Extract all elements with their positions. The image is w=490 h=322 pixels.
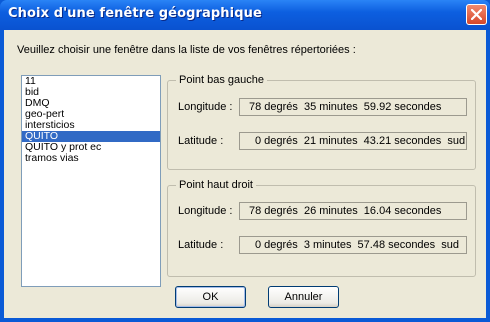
bl-lat-deg-unit: degrés xyxy=(264,135,298,147)
tr-lat-hemi: sud xyxy=(441,239,459,251)
dialog-body: Veuillez choisir une fenêtre dans la lis… xyxy=(4,30,486,318)
tr-lat-min-unit: minutes xyxy=(312,239,352,251)
top-right-legend: Point haut droit xyxy=(176,179,256,191)
window-title: Choix d'une fenêtre géographique xyxy=(8,6,262,21)
ok-button[interactable]: OK xyxy=(175,286,246,308)
bottom-left-longitude-value: 78 degrés 35 minutes 59.92 secondes xyxy=(239,98,467,116)
tr-lon-deg: 78 xyxy=(249,205,262,217)
bottom-left-group: Point bas gauche Longitude : 78 degrés 35… xyxy=(167,74,476,170)
tr-lat-min: 3 xyxy=(303,239,310,251)
top-right-latitude-label: Latitude : xyxy=(178,239,224,251)
tr-lat-sec-unit: secondes xyxy=(388,239,436,251)
top-right-latitude-value: 0 degrés 3 minutes 57.48 secondes sud xyxy=(239,236,467,254)
list-item[interactable]: tramos vias xyxy=(22,153,160,164)
bl-lat-min: 21 xyxy=(303,135,317,147)
bottom-left-latitude-label: Latitude : xyxy=(178,135,224,147)
bl-lon-deg-unit: degrés xyxy=(264,101,298,113)
tr-lon-deg-unit: degrés xyxy=(264,205,298,217)
list-item[interactable]: 11 xyxy=(22,76,160,87)
window-listbox[interactable]: 11 bid DMQ geo-pert intersticios QUITO QUITO y… xyxy=(21,75,161,287)
dialog-window: Choix d'une fenêtre géographique Veuille… xyxy=(0,0,490,322)
bl-lon-min: 35 xyxy=(303,101,317,113)
close-icon xyxy=(471,9,482,20)
tr-lat-deg-unit: degrés xyxy=(264,239,298,251)
tr-lon-sec-unit: secondes xyxy=(394,205,442,217)
cancel-button[interactable]: Annuler xyxy=(268,286,339,308)
bl-lat-hemi: sud xyxy=(447,135,466,147)
bl-lon-deg: 78 xyxy=(249,101,262,113)
close-button[interactable] xyxy=(466,4,487,25)
bottom-left-legend: Point bas gauche xyxy=(176,74,268,86)
top-right-longitude-label: Longitude : xyxy=(178,205,233,217)
bl-lat-deg: 0 xyxy=(255,135,262,147)
top-right-longitude-value: 78 degrés 26 minutes 16.04 secondes xyxy=(239,202,467,220)
bottom-left-longitude-label: Longitude : xyxy=(178,101,233,113)
bl-lon-min-unit: minutes xyxy=(319,101,358,113)
top-right-group: Point haut droit Longitude : 78 degrés 26… xyxy=(167,179,476,277)
tr-lon-min: 26 xyxy=(303,205,317,217)
tr-lat-sec: 57.48 xyxy=(357,239,386,251)
tr-lon-sec: 16.04 xyxy=(363,205,392,217)
instruction-text: Veuillez choisir une fenêtre dans la lis… xyxy=(17,44,356,56)
tr-lon-min-unit: minutes xyxy=(319,205,358,217)
bl-lon-sec-unit: secondes xyxy=(394,101,442,113)
bl-lat-min-unit: minutes xyxy=(319,135,358,147)
bl-lat-sec: 43.21 xyxy=(363,135,392,147)
bl-lon-sec: 59.92 xyxy=(363,101,392,113)
tr-lat-deg: 0 xyxy=(255,239,262,251)
bottom-left-latitude-value: 0 degrés 21 minutes 43.21 secondes sud xyxy=(239,132,467,150)
bl-lat-sec-unit: secondes xyxy=(394,135,442,147)
title-bar[interactable]: Choix d'une fenêtre géographique xyxy=(0,0,490,30)
